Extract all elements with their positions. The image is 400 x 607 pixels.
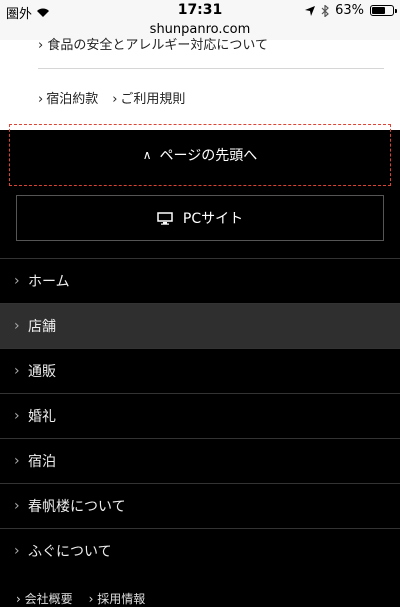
recruit-link-label: 採用情報 [97,592,146,606]
menu-item-label: 春帆楼について [28,499,126,515]
chevron-up-icon: ∧ [142,148,152,162]
chevron-right-icon: › [14,453,20,469]
status-bar: 圏外 17:31 63% [0,0,400,22]
chevron-right-icon: › [14,273,20,289]
battery-fill [372,7,385,14]
chevron-right-icon: › [112,92,118,107]
nav-menu: › ホーム › 店舗 › 通販 › 婚礼 › 宿泊 › 春帆楼について › ふぐ… [0,258,400,573]
menu-item-label: ふぐについて [28,544,112,560]
pc-site-label: PCサイト [182,211,244,227]
accommodation-terms-label: 宿泊約款 [46,92,99,107]
menu-item-home[interactable]: › ホーム [0,258,400,303]
battery-icon [370,5,397,16]
chevron-right-icon: › [14,543,20,559]
usage-rules-label: ご利用規則 [120,92,186,107]
policy-links: › 宿泊約款 › ご利用規則 [38,88,185,107]
monitor-icon [157,211,173,225]
recruit-link[interactable]: › 採用情報 [89,590,146,607]
company-link-label: 会社概要 [24,592,73,606]
accommodation-terms-link[interactable]: › 宿泊約款 [38,88,98,107]
battery-percent: 63% [335,3,364,18]
menu-item-fugu[interactable]: › ふぐについて [0,528,400,573]
footer-links: › 会社概要 › 採用情報 [16,590,145,607]
status-right: 63% [305,3,397,18]
menu-item-mail-order[interactable]: › 通販 [0,348,400,393]
company-link[interactable]: › 会社概要 [16,590,73,607]
divider [38,68,384,69]
location-arrow-icon [305,5,316,16]
back-to-top-label: ページの先頭へ [159,148,258,164]
chevron-right-icon: › [14,318,20,334]
menu-item-label: 宿泊 [28,454,56,470]
chevron-right-icon: › [14,363,20,379]
menu-item-stores[interactable]: › 店舗 [0,303,400,348]
chevron-right-icon: › [38,92,44,107]
allergy-link-label: 食品の安全とアレルギー対応について [47,38,268,53]
chevron-right-icon: › [14,408,20,424]
menu-item-label: ホーム [28,274,70,290]
usage-rules-link[interactable]: › ご利用規則 [112,88,185,107]
menu-item-label: 婚礼 [28,409,56,425]
bluetooth-icon [321,4,329,17]
menu-item-label: 通販 [28,364,56,380]
chevron-right-icon: › [14,498,20,514]
menu-item-label: 店舗 [28,319,56,335]
menu-item-lodging[interactable]: › 宿泊 [0,438,400,483]
chevron-right-icon: › [38,38,44,53]
allergy-link[interactable]: › 食品の安全とアレルギー対応について [38,34,268,53]
back-to-top-button[interactable]: ∧ ページの先頭へ [0,130,400,180]
page-content: › 食品の安全とアレルギー対応について › 宿泊約款 › ご利用規則 [0,38,400,130]
pc-site-button[interactable]: PCサイト [16,195,384,241]
menu-item-about[interactable]: › 春帆楼について [0,483,400,528]
menu-item-wedding[interactable]: › 婚礼 [0,393,400,438]
